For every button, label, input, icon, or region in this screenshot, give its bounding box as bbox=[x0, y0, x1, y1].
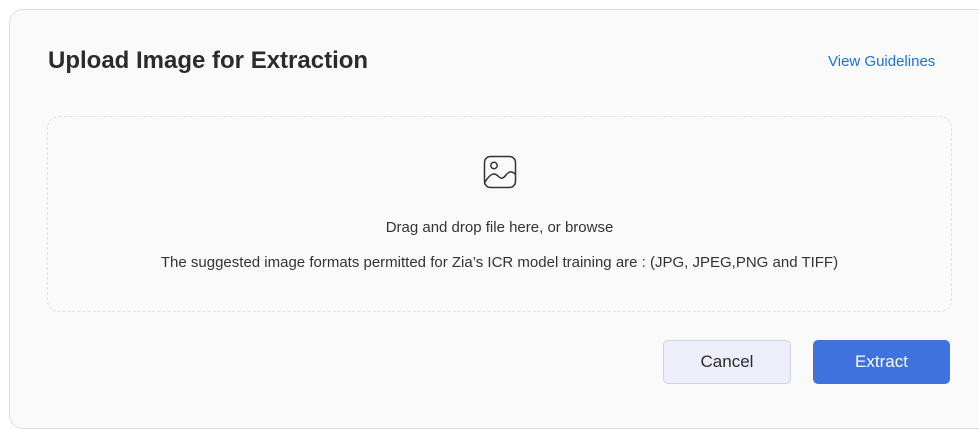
file-dropzone[interactable]: Drag and drop file here, or browse The s… bbox=[47, 116, 952, 312]
image-icon bbox=[483, 155, 517, 189]
dialog-title: Upload Image for Extraction bbox=[48, 47, 369, 74]
supported-formats-note: The suggested image formats permitted fo… bbox=[160, 254, 839, 271]
view-guidelines-link[interactable]: View Guidelines bbox=[828, 52, 935, 72]
drop-instructions: Drag and drop file here, or browse bbox=[385, 219, 614, 236]
upload-dialog: Upload Image for Extraction View Guideli… bbox=[9, 9, 979, 429]
cancel-button[interactable]: Cancel bbox=[663, 340, 791, 384]
extract-button[interactable]: Extract bbox=[813, 340, 950, 384]
